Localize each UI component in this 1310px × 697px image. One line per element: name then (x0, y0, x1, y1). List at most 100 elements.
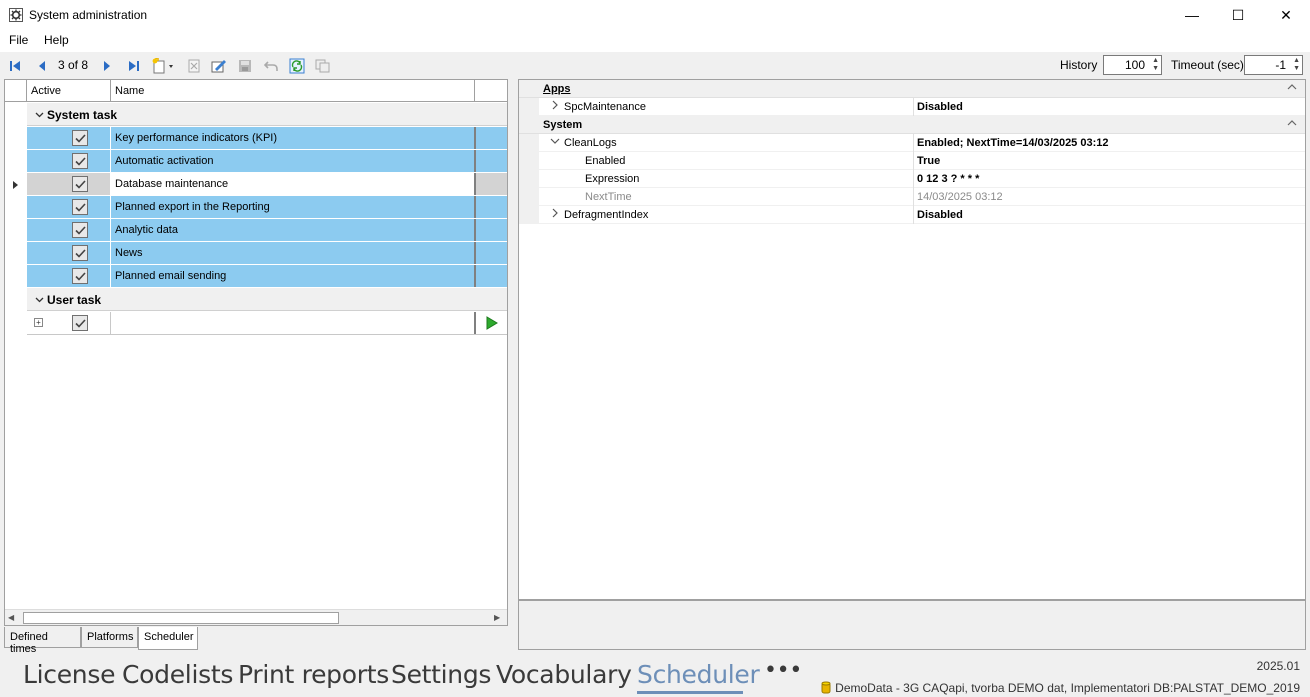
task-grid: Active Name System task Key performance … (4, 79, 508, 626)
task-name: Database maintenance (115, 178, 229, 190)
scroll-thumb[interactable] (23, 612, 339, 624)
spin-down-icon[interactable]: ▼ (1292, 65, 1300, 73)
property-row[interactable]: Expression 0 12 3 ? * * * (519, 170, 1305, 188)
horizontal-scrollbar[interactable]: ◀ ▶ (5, 609, 507, 625)
next-record-icon[interactable] (98, 57, 116, 74)
minimize-icon: — (1185, 7, 1199, 23)
more-options-icon[interactable]: ••• (764, 658, 802, 683)
edit-record-icon[interactable] (210, 57, 228, 74)
scroll-right-icon[interactable]: ▶ (494, 613, 500, 622)
nav-print-reports[interactable]: Print reports (238, 660, 389, 689)
group-row-user-task[interactable]: User task (27, 288, 507, 311)
task-name: Key performance indicators (KPI) (115, 132, 278, 144)
chevron-right-icon[interactable] (552, 208, 558, 221)
task-name: News (115, 247, 143, 259)
column-header-active[interactable]: Active (27, 80, 111, 102)
active-checkbox[interactable] (72, 153, 88, 169)
property-row[interactable]: DefragmentIndex Disabled (519, 206, 1305, 224)
timeout-spinner[interactable]: -1 ▲ ▼ (1244, 55, 1303, 75)
table-row[interactable]: Database maintenance (27, 173, 507, 196)
category-apps[interactable]: Apps (519, 80, 1305, 98)
property-name: Enabled (585, 155, 626, 167)
grid-header: Active Name (5, 80, 507, 102)
chevron-right-icon[interactable] (552, 100, 558, 113)
property-value[interactable]: 0 12 3 ? * * * (917, 173, 979, 185)
database-icon (821, 681, 831, 697)
last-record-icon[interactable] (125, 57, 143, 74)
maximize-button[interactable]: ☐ (1215, 0, 1261, 30)
table-row[interactable]: News (27, 242, 507, 265)
expand-plus-icon[interactable]: + (34, 318, 43, 327)
property-value: 14/03/2025 03:12 (917, 191, 1003, 203)
timeout-label: Timeout (sec) (1171, 58, 1244, 72)
run-task-button[interactable] (474, 312, 507, 334)
group-label: User task (47, 293, 102, 307)
table-row[interactable]: Key performance indicators (KPI) (27, 127, 507, 150)
spin-up-icon[interactable]: ▲ (1292, 57, 1300, 65)
chevron-down-icon[interactable] (550, 136, 560, 147)
window-title: System administration (29, 8, 148, 22)
group-row-system-task[interactable]: System task (27, 103, 507, 126)
save-icon[interactable] (236, 57, 254, 74)
property-value[interactable]: Disabled (917, 101, 963, 113)
undo-icon[interactable] (262, 57, 280, 74)
nav-codelists[interactable]: Codelists (122, 660, 233, 689)
property-row[interactable]: Enabled True (519, 152, 1305, 170)
property-row[interactable]: SpcMaintenance Disabled (519, 98, 1305, 116)
chevron-up-icon[interactable] (1287, 117, 1297, 129)
property-row[interactable]: CleanLogs Enabled; NextTime=14/03/2025 0… (519, 134, 1305, 152)
previous-record-icon[interactable] (33, 57, 51, 74)
active-checkbox[interactable] (72, 268, 88, 284)
table-row[interactable]: Automatic activation (27, 150, 507, 173)
table-row[interactable]: Planned export in the Reporting (27, 196, 507, 219)
history-spinner[interactable]: 100 ▲ ▼ (1103, 55, 1162, 75)
new-row[interactable]: + (27, 312, 507, 335)
spin-up-icon[interactable]: ▲ (1151, 57, 1159, 65)
copy-icon[interactable] (314, 57, 332, 74)
table-row[interactable]: Planned email sending (27, 265, 507, 288)
active-checkbox[interactable] (72, 199, 88, 215)
nav-settings[interactable]: Settings (391, 660, 491, 689)
active-checkbox[interactable] (72, 315, 88, 331)
close-icon: ✕ (1280, 6, 1292, 23)
tab-defined-times[interactable]: Defined times (4, 627, 81, 655)
category-label: System (543, 119, 583, 131)
task-name: Automatic activation (115, 155, 214, 167)
toolbar: 3 of 8 History 100 ▲ ▼ Timeout (sec) -1 … (0, 53, 1310, 78)
header-indicator-cell (5, 80, 27, 102)
minimize-button[interactable]: — (1169, 0, 1215, 30)
delete-record-icon[interactable] (185, 57, 203, 74)
active-nav-underline (637, 691, 743, 694)
active-checkbox[interactable] (72, 176, 88, 192)
property-value[interactable]: Disabled (917, 209, 963, 221)
property-value[interactable]: Enabled; NextTime=14/03/2025 03:12 (917, 137, 1109, 149)
task-name: Planned email sending (115, 270, 227, 282)
close-button[interactable]: ✕ (1263, 0, 1309, 30)
title-bar: System administration — ☐ ✕ (0, 0, 1310, 30)
tab-scheduler[interactable]: Scheduler (138, 627, 198, 650)
first-record-icon[interactable] (6, 57, 24, 74)
category-system[interactable]: System (519, 116, 1305, 134)
nav-scheduler[interactable]: Scheduler (637, 660, 760, 689)
active-checkbox[interactable] (72, 245, 88, 261)
chevron-up-icon[interactable] (1287, 81, 1297, 93)
table-row[interactable]: Analytic data (27, 219, 507, 242)
tab-platforms[interactable]: Platforms (81, 627, 138, 648)
menu-help[interactable]: Help (44, 33, 69, 47)
property-value[interactable]: True (917, 155, 940, 167)
spin-down-icon[interactable]: ▼ (1151, 65, 1159, 73)
active-checkbox[interactable] (72, 222, 88, 238)
active-checkbox[interactable] (72, 130, 88, 146)
property-name: Expression (585, 173, 640, 185)
new-record-dropdown-icon[interactable] (150, 57, 176, 74)
chevron-down-icon[interactable] (35, 293, 47, 307)
refresh-icon[interactable] (288, 57, 306, 74)
history-value: 100 (1124, 58, 1145, 72)
nav-vocabulary[interactable]: Vocabulary (496, 660, 632, 689)
nav-license[interactable]: License (23, 660, 115, 689)
scroll-left-icon[interactable]: ◀ (8, 613, 14, 622)
menu-file[interactable]: File (9, 33, 28, 47)
chevron-down-icon[interactable] (35, 108, 47, 122)
column-header-name[interactable]: Name (111, 80, 475, 102)
history-label: History (1060, 58, 1098, 72)
